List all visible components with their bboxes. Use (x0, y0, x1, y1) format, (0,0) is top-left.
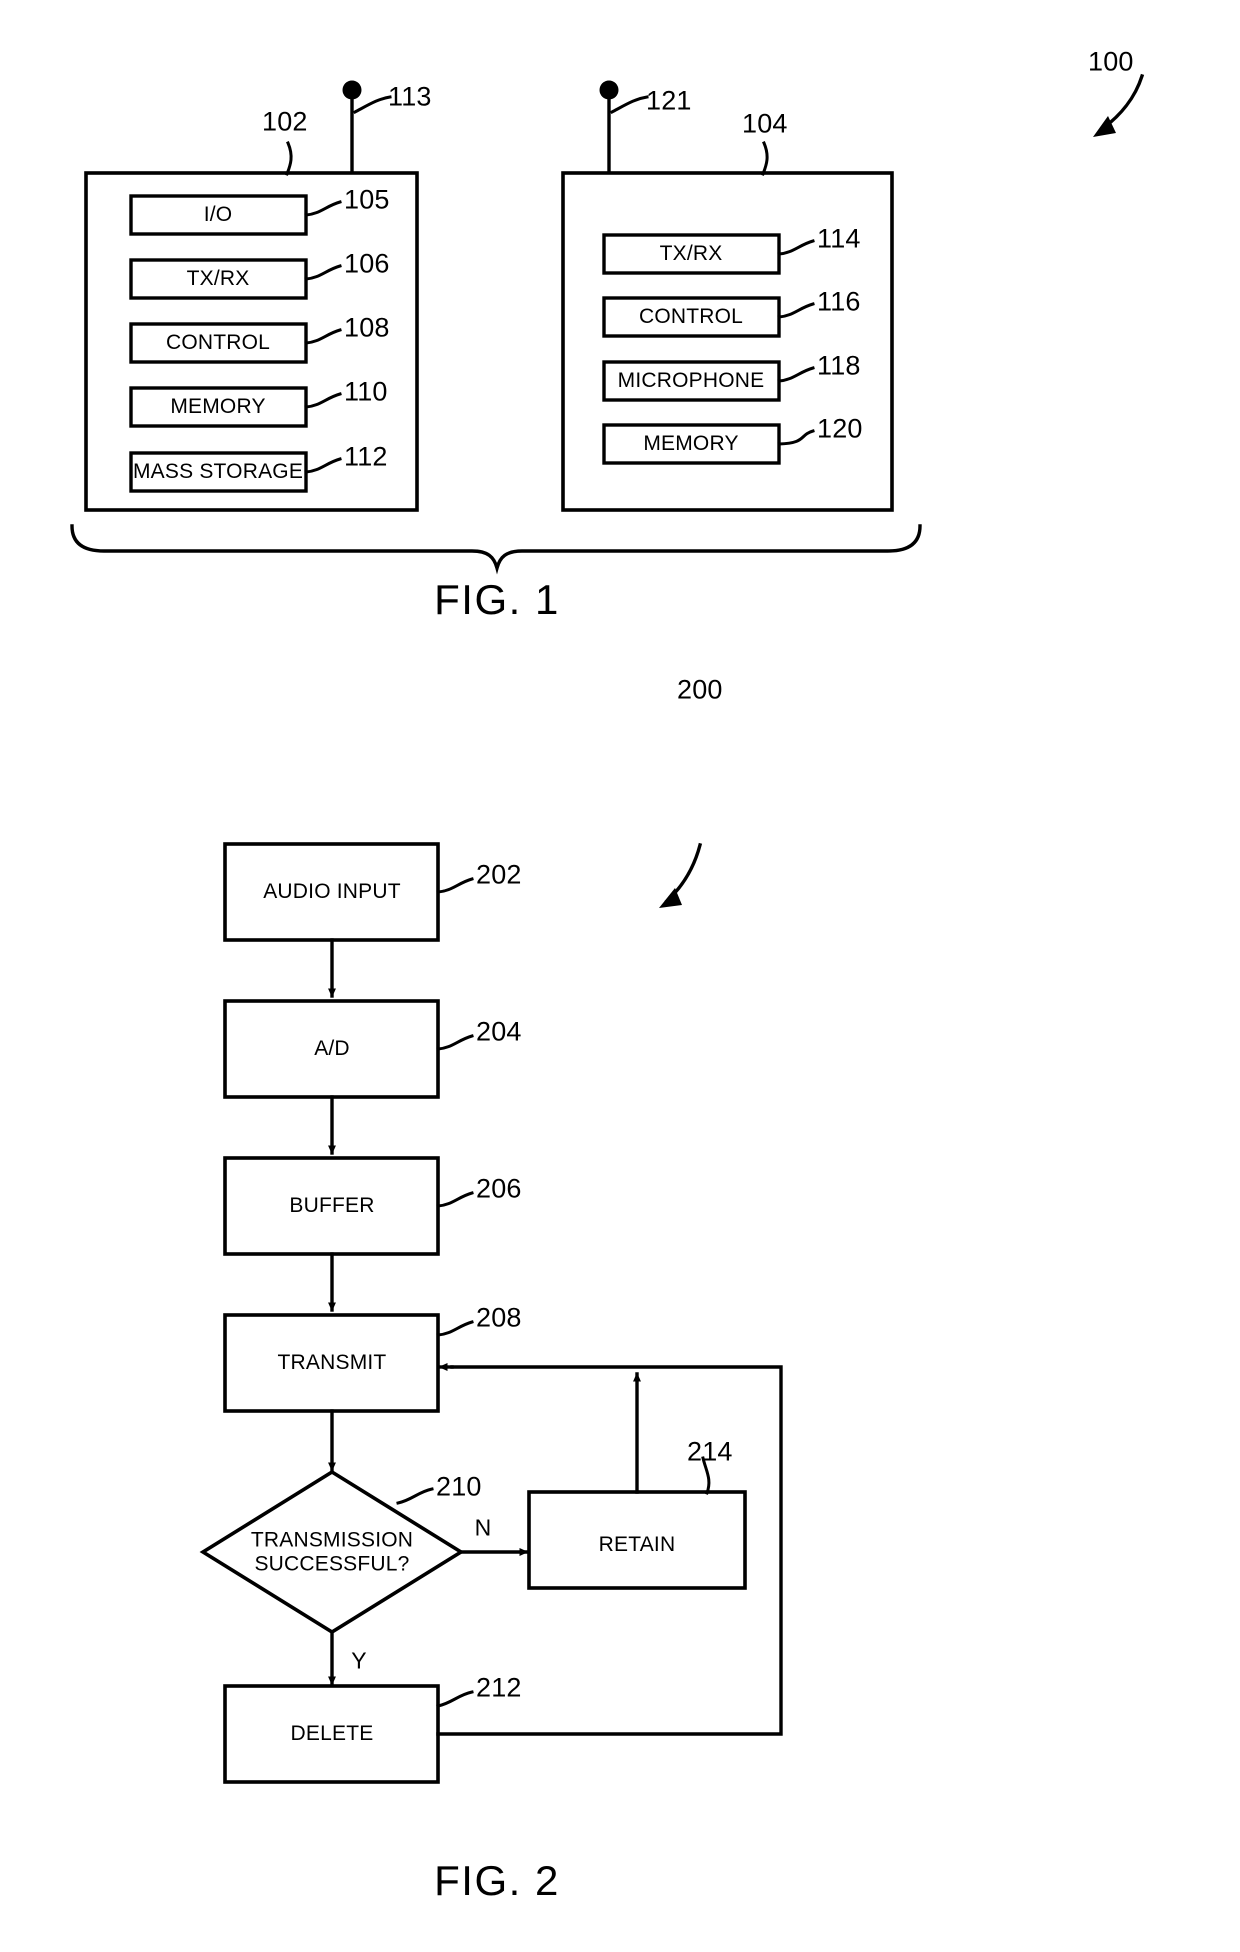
ref-number-202: 202 (476, 859, 522, 890)
drawing-vector-layer (70, 73, 1145, 1784)
flow-label-210-line1: TRANSMISSION (250, 1528, 414, 1552)
patent-drawing-sheet: 100 102 113 I/O 105 TX/RX 106 CONTROL 10… (0, 0, 1240, 1952)
ref-number-100: 100 (1088, 46, 1134, 77)
module-label-106: TX/RX (186, 267, 250, 290)
ref-number-208: 208 (476, 1302, 522, 1333)
module-label-116: CONTROL (638, 305, 744, 328)
module-label-114: TX/RX (659, 242, 723, 265)
ref-number-112: 112 (344, 441, 388, 472)
flow-label-208: TRANSMIT (277, 1351, 387, 1374)
process-ref-leader-200 (659, 842, 703, 908)
flow-label-214: RETAIN (598, 1533, 676, 1556)
ref-number-102: 102 (262, 106, 308, 137)
module-label-110: MEMORY (170, 395, 266, 418)
module-label-120: MEMORY (643, 432, 739, 455)
ref-number-104: 104 (742, 108, 788, 139)
module-label-105: I/O (203, 203, 233, 226)
ref-number-214: 214 (687, 1436, 733, 1467)
ref-number-113: 113 (388, 81, 432, 112)
figure-caption-2: FIG. 2 (434, 1857, 560, 1904)
ref-number-108: 108 (344, 312, 390, 343)
flow-label-212: DELETE (290, 1722, 374, 1745)
module-label-112: MASS STORAGE (132, 460, 304, 483)
branch-label-yes: Y (351, 1647, 367, 1674)
system-ref-leader-100 (1093, 73, 1145, 137)
module-label-118: MICROPHONE (617, 369, 765, 392)
ref-number-121: 121 (646, 85, 692, 116)
system-brace-100 (70, 524, 922, 575)
flow-label-204: A/D (314, 1037, 350, 1060)
ref-number-116: 116 (817, 286, 861, 317)
ref-number-120: 120 (817, 413, 863, 444)
figure-caption-1: FIG. 1 (434, 576, 560, 623)
antenna-113 (342, 80, 392, 176)
flow-label-210-line2: SUCCESSFUL? (254, 1552, 410, 1575)
ref-number-204: 204 (476, 1016, 522, 1047)
module-label-108: CONTROL (165, 331, 271, 354)
ref-number-114: 114 (817, 223, 861, 254)
ref-number-106: 106 (344, 248, 390, 279)
flow-label-206: BUFFER (289, 1194, 375, 1217)
flow-label-202: AUDIO INPUT (263, 880, 401, 903)
ref-number-206: 206 (476, 1173, 522, 1204)
ref-number-118: 118 (817, 350, 861, 381)
ref-number-105: 105 (344, 184, 390, 215)
ref-number-200: 200 (677, 674, 723, 705)
branch-label-no: N (474, 1514, 492, 1541)
ref-number-110: 110 (344, 376, 388, 407)
antenna-121 (599, 80, 649, 176)
ref-number-212: 212 (476, 1672, 522, 1703)
flow-label-210: TRANSMISSION SUCCESSFUL? (202, 1528, 462, 1575)
ref-number-210: 210 (436, 1471, 482, 1502)
